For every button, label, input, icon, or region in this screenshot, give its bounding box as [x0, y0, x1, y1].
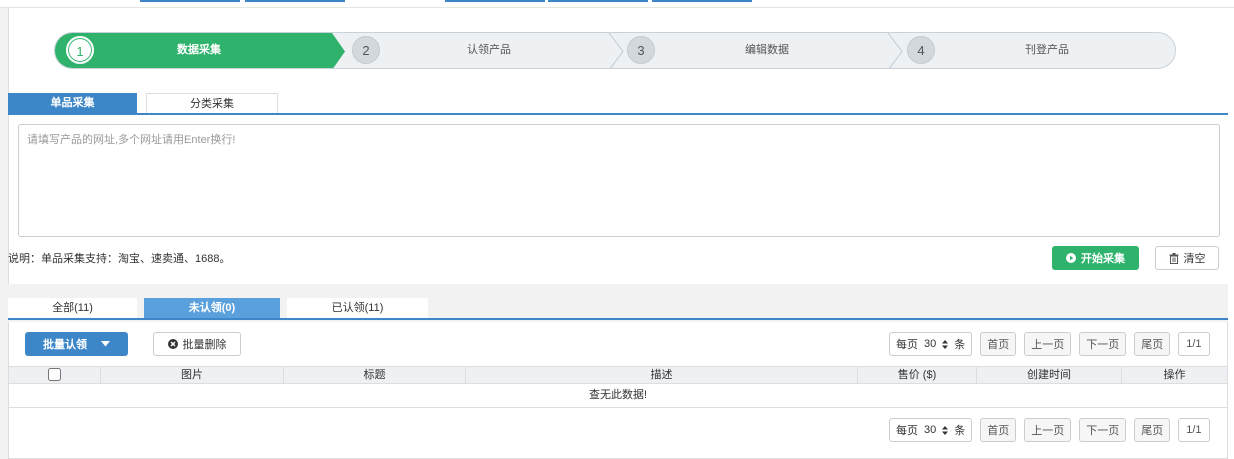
tab-single-collect[interactable]: 单品采集 [8, 93, 137, 113]
per-page-value: 30 [924, 424, 937, 436]
wizard-step-3-label[interactable]: 编辑数据 [702, 32, 832, 69]
per-page-label: 每页 [896, 339, 918, 351]
top-tab-indicator [245, 0, 345, 2]
select-all-checkbox[interactable] [48, 367, 61, 381]
clear-label: 清空 [1183, 253, 1206, 265]
top-tab-indicator [652, 0, 752, 2]
tab-claimed[interactable]: 已认领(11) [287, 298, 428, 318]
tab-category-collect[interactable]: 分类采集 [146, 93, 278, 113]
top-tab-indicator [140, 0, 240, 2]
sort-arrows-icon [942, 339, 949, 349]
top-tab-indicator [548, 0, 648, 2]
chevron-divider-icon [608, 33, 624, 68]
caret-down-icon [101, 341, 110, 347]
batch-delete-button[interactable]: 批量删除 [153, 332, 241, 356]
wizard-step-3-number[interactable]: 3 [627, 36, 655, 64]
tab-unclaimed[interactable]: 未认领(0) [144, 298, 280, 318]
play-circle-icon [1066, 253, 1076, 263]
next-page-button[interactable]: 下一页 [1079, 332, 1127, 356]
wizard-step-2-number[interactable]: 2 [352, 36, 380, 64]
tab-all[interactable]: 全部(11) [8, 298, 137, 318]
page-info: 1/1 [1178, 332, 1210, 356]
chevron-divider-icon [887, 33, 903, 68]
start-collect-label: 开始采集 [1081, 253, 1125, 265]
next-page-button[interactable]: 下一页 [1079, 418, 1127, 442]
wizard-step-1-number[interactable]: 1 [66, 36, 94, 64]
product-list-panel: 批量认领 批量删除 每页 30 条 首页 上一页 下一页 尾页 1/1 图片 标… [8, 322, 1228, 459]
step-wizard: 1 数据采集 2 认领产品 3 编辑数据 4 刊登产品 [54, 32, 1176, 69]
batch-delete-label: 批量删除 [182, 339, 227, 351]
pager-bottom: 每页 30 条 首页 上一页 下一页 尾页 1/1 [889, 418, 1210, 442]
page-info: 1/1 [1178, 418, 1210, 442]
pager-top: 每页 30 条 首页 上一页 下一页 尾页 1/1 [889, 332, 1210, 356]
column-created-time: 创建时间 [977, 367, 1122, 383]
column-image: 图片 [101, 367, 284, 383]
collect-support-note: 说明：单品采集支持：淘宝、速卖通、1688。 [8, 253, 231, 265]
wizard-step-4-label[interactable]: 刊登产品 [982, 32, 1112, 69]
column-actions: 操作 [1163, 369, 1186, 381]
column-description: 描述 [466, 367, 858, 383]
wizard-step-4-number[interactable]: 4 [907, 36, 935, 64]
prev-page-button[interactable]: 上一页 [1024, 332, 1072, 356]
collect-mode-tabs: 单品采集 分类采集 [8, 93, 1228, 115]
batch-claim-button[interactable]: 批量认领 [25, 332, 128, 356]
product-url-input[interactable] [18, 124, 1220, 237]
sort-arrows-icon [942, 425, 949, 435]
top-tab-indicator [445, 0, 545, 2]
wizard-step-1-label[interactable]: 数据采集 [134, 32, 264, 69]
claim-status-tabs: 全部(11) 未认领(0) 已认领(11) [8, 298, 1228, 320]
first-page-button[interactable]: 首页 [980, 332, 1017, 356]
table-header: 图片 标题 描述 售价 ($) 创建时间 操作 [9, 366, 1227, 384]
batch-claim-label: 批量认领 [43, 339, 87, 351]
trash-icon [1169, 252, 1178, 264]
prev-page-button[interactable]: 上一页 [1024, 418, 1072, 442]
page-size-select[interactable]: 每页 30 条 [889, 332, 973, 356]
clear-button[interactable]: 清空 [1155, 246, 1219, 270]
empty-state-text: 查无此数据! [9, 384, 1227, 408]
remove-circle-icon [167, 339, 178, 349]
column-title: 标题 [284, 367, 466, 383]
per-page-value: 30 [924, 338, 937, 350]
wizard-step-2-label[interactable]: 认领产品 [424, 32, 554, 69]
per-page-unit: 条 [954, 339, 966, 351]
start-collect-button[interactable]: 开始采集 [1052, 246, 1139, 270]
last-page-button[interactable]: 尾页 [1134, 418, 1171, 442]
column-price: 售价 ($) [858, 367, 977, 383]
page-size-select[interactable]: 每页 30 条 [889, 418, 973, 442]
per-page-unit: 条 [954, 425, 966, 437]
per-page-label: 每页 [896, 425, 918, 437]
last-page-button[interactable]: 尾页 [1134, 332, 1171, 356]
first-page-button[interactable]: 首页 [980, 418, 1017, 442]
select-all-cell [9, 367, 101, 383]
top-strip [0, 0, 1234, 8]
